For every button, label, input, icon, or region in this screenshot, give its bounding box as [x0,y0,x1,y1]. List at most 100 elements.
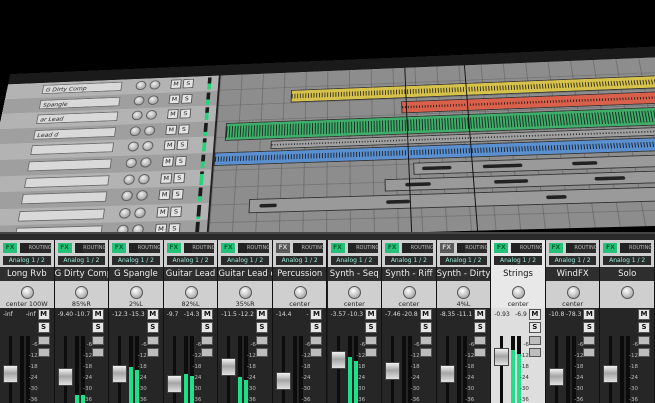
solo-button[interactable]: S [638,322,650,333]
fx-button[interactable]: FX [603,243,617,253]
pan-knob[interactable] [140,157,152,167]
pan-knob[interactable] [147,95,159,105]
fx-button[interactable]: FX [3,243,17,253]
midi-item-3[interactable] [248,186,655,214]
routing-button[interactable]: ROUTING [356,243,378,253]
trim-button[interactable] [201,348,213,357]
strip-name[interactable]: WindFX [546,267,600,281]
input-select[interactable]: Analog 1 / 2 [494,256,542,265]
fx-button[interactable]: FX [221,243,235,253]
pan-knob[interactable] [294,286,307,299]
strip-name[interactable]: Solo [600,267,654,281]
input-select[interactable]: Analog 1 / 2 [221,256,269,265]
volume-fader[interactable] [549,368,564,386]
trim-button[interactable] [365,348,377,357]
input-select[interactable]: Analog 1 / 2 [440,256,488,265]
input-select[interactable]: Analog 1 / 2 [58,256,106,265]
pan-knob[interactable] [134,207,147,218]
routing-button[interactable]: ROUTING [301,243,323,253]
volume-fader[interactable] [167,375,182,393]
pan-knob[interactable] [239,286,252,299]
strip-name[interactable]: Synth - Riff [382,267,436,281]
strip-name[interactable]: Strings [491,267,545,281]
fx-button[interactable]: FX [112,243,126,253]
volume-fader[interactable] [58,368,73,386]
trim-button[interactable] [583,348,595,357]
track-name-field[interactable] [21,192,107,205]
trim-button[interactable] [638,348,650,357]
pan-knob[interactable] [21,286,34,299]
phase-button[interactable] [365,336,377,345]
mute-button[interactable]: M [158,190,170,201]
input-select[interactable]: Analog 1 / 2 [549,256,597,265]
pan-knob[interactable] [621,286,634,299]
pan-knob[interactable] [136,190,148,201]
arrange-area[interactable] [208,56,655,238]
mute-button[interactable]: M [201,309,213,320]
input-select[interactable]: Analog 1 / 2 [385,256,433,265]
phase-button[interactable] [38,336,50,345]
mute-button[interactable]: M [529,309,541,320]
solo-button[interactable]: S [178,124,190,134]
track-name-field[interactable] [18,208,105,221]
input-select[interactable]: Analog 1 / 2 [331,256,379,265]
track-name-field[interactable]: ar Lead [36,112,118,124]
strip-name[interactable]: Synth - Seq [328,267,382,281]
routing-button[interactable]: ROUTING [192,243,214,253]
volume-fader[interactable] [276,372,291,390]
fx-button[interactable]: FX [440,243,454,253]
pan-knob[interactable] [75,286,88,299]
mute-button[interactable]: M [147,309,159,320]
solo-button[interactable]: S [256,322,268,333]
trim-button[interactable] [420,348,432,357]
mute-button[interactable]: M [92,309,104,320]
pan-knob[interactable] [567,286,580,299]
mute-button[interactable]: M [365,309,377,320]
pan-knob[interactable] [512,286,525,299]
track-name-field[interactable] [30,143,114,156]
track-name-field[interactable]: Lead d [33,127,116,140]
routing-button[interactable]: ROUTING [247,243,269,253]
track-name-field[interactable]: G Dirty Comp [42,82,123,94]
mute-button[interactable]: M [162,157,174,167]
phase-button[interactable] [638,336,650,345]
fx-button[interactable]: FX [549,243,563,253]
pan-knob[interactable] [403,286,416,299]
fx-button[interactable]: FX [494,243,508,253]
routing-button[interactable]: ROUTING [465,243,487,253]
mute-button[interactable]: M [169,94,181,104]
fader-track[interactable] [500,336,503,403]
fx-button[interactable]: FX [276,243,290,253]
pan-knob[interactable] [142,141,154,151]
volume-knob[interactable] [123,174,135,184]
input-select[interactable]: Analog 1 / 2 [276,256,324,265]
pan-knob[interactable] [130,286,143,299]
phase-button[interactable] [529,336,541,345]
routing-button[interactable]: ROUTING [411,243,433,253]
volume-fader[interactable] [603,365,618,383]
pan-knob[interactable] [138,174,150,185]
routing-button[interactable]: ROUTING [138,243,160,253]
track-name-field[interactable]: Spangle [39,97,121,109]
strip-name[interactable]: G Spangle [109,267,163,281]
mute-button[interactable]: M [170,79,181,88]
mute-button[interactable]: M [420,309,432,320]
volume-fader[interactable] [112,365,127,383]
solo-button[interactable]: S [583,322,595,333]
mute-button[interactable]: M [256,309,268,320]
mute-button[interactable]: M [474,309,486,320]
mute-button[interactable]: M [156,207,168,218]
volume-knob[interactable] [121,191,133,202]
routing-button[interactable]: ROUTING [83,243,105,253]
solo-button[interactable]: S [171,189,183,200]
volume-knob[interactable] [129,126,141,136]
phase-button[interactable] [474,336,486,345]
track-name-field[interactable] [27,159,112,172]
input-select[interactable]: Analog 1 / 2 [3,256,51,265]
solo-button[interactable]: S [529,322,541,333]
trim-button[interactable] [474,348,486,357]
routing-button[interactable]: ROUTING [574,243,596,253]
volume-knob[interactable] [131,111,143,121]
volume-knob[interactable] [119,208,132,219]
fader-track[interactable] [282,336,285,403]
